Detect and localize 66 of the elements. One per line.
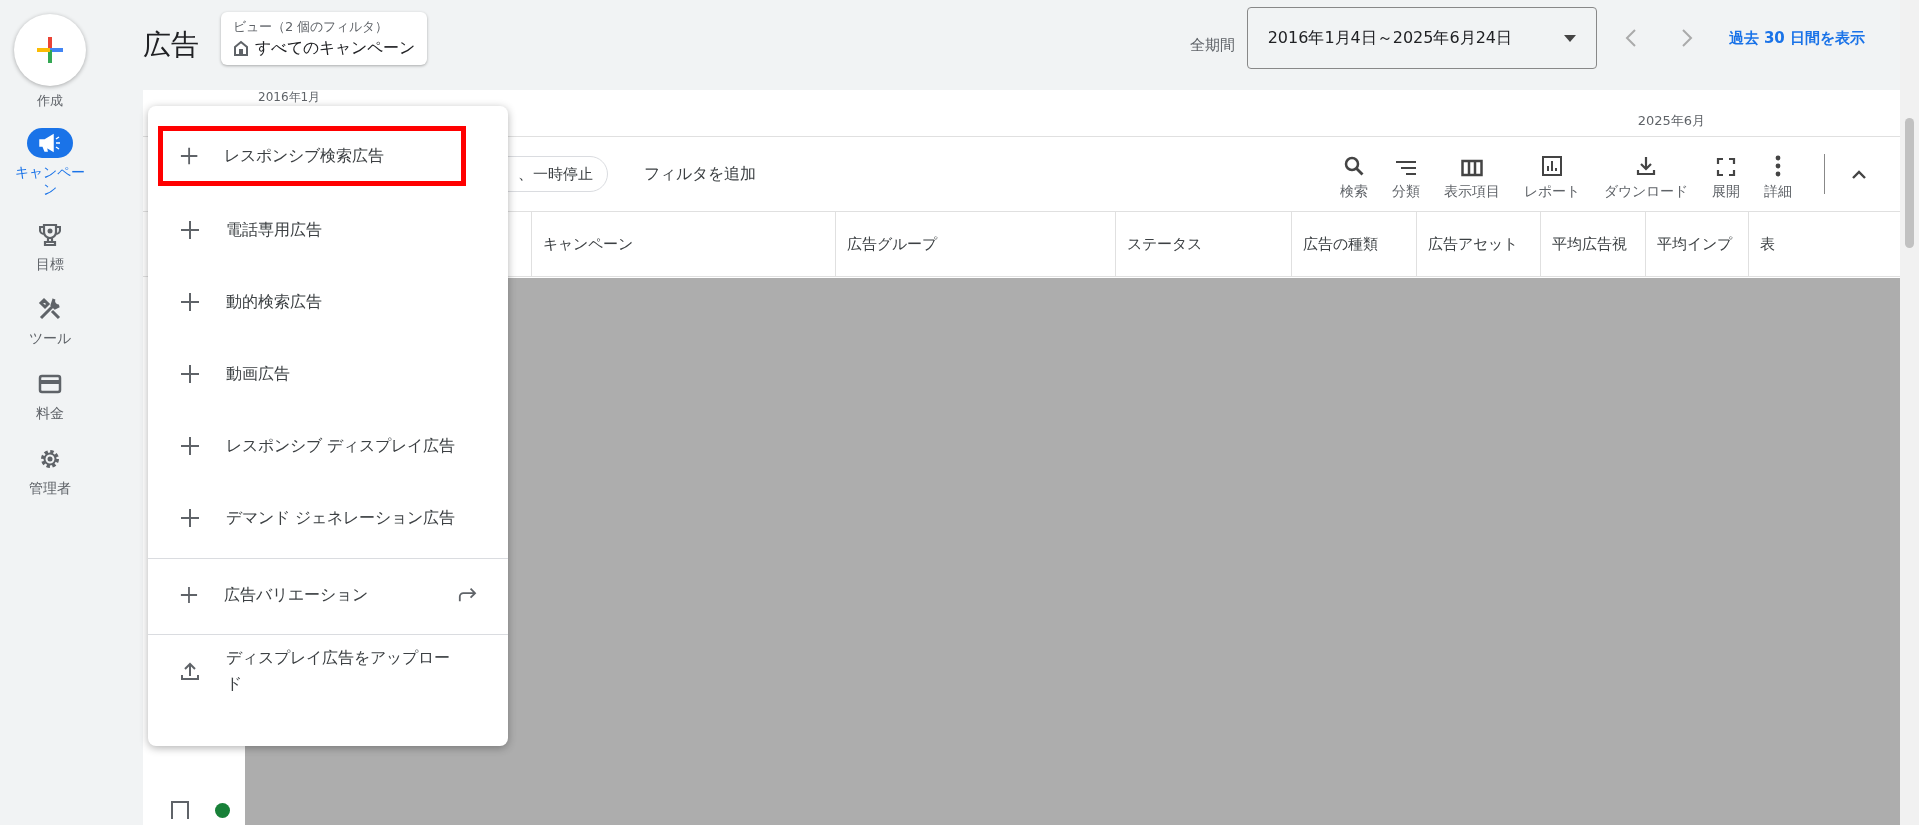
toolbar-button[interactable]: 展開	[1700, 147, 1752, 201]
last-30-days-link[interactable]: 過去 30 日間を表示	[1728, 28, 1865, 48]
menu-item[interactable]: ディスプレイ広告をアップロード	[148, 634, 508, 706]
toolbar-button[interactable]: 詳細	[1752, 147, 1804, 201]
settings-icon	[38, 447, 62, 471]
create-button[interactable]	[14, 14, 86, 86]
period-label: 全期間	[1189, 35, 1235, 55]
menu-item[interactable]: 動画広告	[148, 338, 508, 410]
chevron-up-icon	[1851, 169, 1867, 179]
plus-icon	[35, 35, 65, 65]
columns-icon	[1461, 159, 1483, 177]
plus-icon	[180, 292, 200, 312]
chevron-left-icon	[1624, 28, 1637, 48]
view-selector[interactable]: ビュー（2 個のフィルタ） すべてのキャンペーン	[221, 11, 427, 65]
nav-item[interactable]: 料金	[5, 369, 95, 422]
plus-icon	[180, 584, 198, 605]
axis-label: 2025年6月	[1637, 112, 1705, 130]
page-title: 広告	[143, 27, 199, 63]
upload-icon	[180, 660, 200, 681]
chevron-right-icon	[1680, 28, 1693, 48]
toolbar-button[interactable]: 分類	[1380, 147, 1432, 201]
menu-item[interactable]: デマンド ジェネレーション広告	[148, 482, 508, 554]
card-icon	[38, 374, 62, 395]
segment-icon	[1395, 159, 1417, 177]
column-header[interactable]: 広告グループ	[847, 234, 937, 254]
column-header[interactable]: 平均インプ	[1657, 234, 1732, 254]
nav-item[interactable]: 管理者	[5, 444, 95, 497]
toolbar-button[interactable]: 表示項目	[1432, 147, 1512, 201]
more-icon	[1775, 155, 1781, 177]
nav-item[interactable]: 目標	[5, 219, 95, 273]
column-header[interactable]: 広告の種類	[1303, 234, 1378, 254]
download-icon	[1635, 155, 1657, 177]
add-filter-button[interactable]: フィルタを追加	[644, 163, 756, 185]
menu-item[interactable]: 動的検索広告	[148, 266, 508, 338]
toolbar-button[interactable]: ダウンロード	[1592, 147, 1700, 201]
column-header[interactable]: ステータス	[1127, 234, 1202, 254]
toolbar-button[interactable]: 検索	[1328, 147, 1380, 201]
column-header[interactable]: 広告アセット	[1428, 234, 1518, 254]
plus-icon	[180, 508, 200, 528]
plus-icon	[180, 436, 200, 456]
menu-item[interactable]: 電話専用広告	[148, 194, 508, 266]
column-header[interactable]: 平均広告視	[1552, 234, 1627, 254]
report-icon	[1541, 155, 1563, 177]
plus-icon	[180, 146, 199, 166]
column-header[interactable]: キャンペーン	[543, 234, 633, 254]
redirect-arrow-icon	[458, 586, 478, 603]
nav-item[interactable]: ツール	[5, 294, 95, 348]
dropdown-caret-icon	[1563, 34, 1576, 42]
axis-label: 2016年1月	[258, 90, 321, 104]
menu-item[interactable]: 広告バリエーション	[148, 558, 508, 630]
column-header[interactable]: 表	[1760, 234, 1775, 254]
search-icon	[1343, 155, 1365, 177]
toolbar-button[interactable]: レポート	[1512, 147, 1592, 201]
row-checkbox[interactable]	[171, 801, 189, 819]
plus-icon	[180, 364, 200, 384]
expand-icon	[1716, 157, 1736, 177]
home-icon	[233, 40, 249, 56]
megaphone-icon	[38, 133, 62, 153]
menu-item[interactable]: レスポンシブ ディスプレイ広告	[148, 410, 508, 482]
create-label: 作成	[37, 92, 63, 110]
date-range-dropdown[interactable]: 2016年1月4日～2025年6月24日	[1246, 7, 1597, 69]
trophy-icon	[39, 222, 61, 247]
plus-icon	[180, 220, 200, 240]
nav-item[interactable]: キャンペーン	[5, 128, 95, 198]
menu-item[interactable]: レスポンシブ検索広告	[158, 126, 466, 186]
tools-icon	[38, 297, 62, 322]
